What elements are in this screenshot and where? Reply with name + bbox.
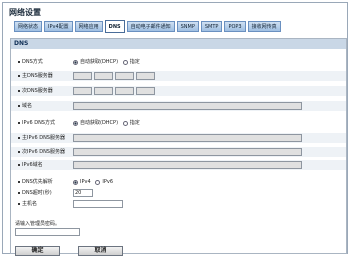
tab-network-apps[interactable]: 网络应用 xyxy=(74,21,103,32)
dns-manual-label: 指定 xyxy=(129,59,140,65)
ipv6-manual-label: 指定 xyxy=(129,120,140,126)
domain-label: 域名 xyxy=(18,102,32,110)
priority-ipv4-radio[interactable] xyxy=(73,179,78,185)
dns-panel: DNS DNS方式 自动获取(DHCP) 指定 主DNS服务器 次DNS服务器 xyxy=(10,38,347,256)
priority-ipv6-radio[interactable] xyxy=(95,179,101,185)
password-prompt: 请输入管理员密码。 xyxy=(15,221,61,227)
primary-dns-label: 主DNS服务器 xyxy=(18,72,53,80)
ipv6-domain-input[interactable] xyxy=(73,161,302,169)
section-title: DNS xyxy=(11,39,346,49)
dns-auto-label: 自动获取(DHCP) xyxy=(80,59,119,65)
secondary-ipv6-label: 次IPv6 DNS服务器 xyxy=(18,148,65,156)
primary-dns-octet-1[interactable] xyxy=(73,72,92,80)
secondary-dns-octet-4[interactable] xyxy=(136,87,155,95)
tab-dns[interactable]: DNS xyxy=(104,20,125,33)
tab-pop3[interactable]: POP3 xyxy=(224,21,246,32)
tab-smtp[interactable]: SMTP xyxy=(200,21,223,32)
secondary-ipv6-input[interactable] xyxy=(73,148,302,156)
tab-snmp[interactable]: SNMP xyxy=(176,21,199,32)
dns-priority-row: DNS优先解析 IPv4 IPv6 xyxy=(11,177,346,187)
ipv6-method-row: IPv6 DNS方式 自动获取(DHCP) 指定 xyxy=(11,118,346,128)
cancel-button[interactable]: 取消 xyxy=(78,246,123,256)
secondary-dns-label: 次DNS服务器 xyxy=(18,87,53,95)
dns-method-field: 自动获取(DHCP) 指定 xyxy=(73,58,143,66)
primary-dns-row: 主DNS服务器 xyxy=(11,71,346,81)
primary-dns-octet-3[interactable] xyxy=(115,72,134,80)
ipv6-domain-row: IPv6域名 xyxy=(11,160,346,170)
admin-password-input[interactable] xyxy=(15,228,80,236)
primary-ipv6-row: 主IPv6 DNS服务器 xyxy=(11,133,346,143)
dns-timeout-row: DNS超时(秒) 20 xyxy=(11,188,346,198)
hostname-row: 主机名 xyxy=(11,199,346,209)
dns-timeout-label: DNS超时(秒) xyxy=(18,189,52,197)
domain-row: 域名 xyxy=(11,101,346,111)
ok-button[interactable]: 确定 xyxy=(15,246,60,256)
priority-ipv4-label: IPv4 xyxy=(80,179,91,185)
secondary-ipv6-row: 次IPv6 DNS服务器 xyxy=(11,147,346,157)
dns-method-row: DNS方式 自动获取(DHCP) 指定 xyxy=(11,57,346,67)
dns-priority-field: IPv4 IPv6 xyxy=(73,178,116,186)
tab-bar: 网络状态 IPv4配置 网络应用 DNS 自动电子邮件通知 SNMP SMTP … xyxy=(14,20,281,34)
ipv6-domain-label: IPv6域名 xyxy=(18,161,43,169)
dns-timeout-input[interactable]: 20 xyxy=(73,189,93,197)
secondary-dns-octet-1[interactable] xyxy=(73,87,92,95)
tab-fax[interactable]: 接收网传真 xyxy=(247,21,281,32)
page-title: 网络设置 xyxy=(9,8,41,17)
window-frame: 网络设置 网络状态 IPv4配置 网络应用 DNS 自动电子邮件通知 SNMP … xyxy=(2,2,348,256)
ipv6-method-field: 自动获取(DHCP) 指定 xyxy=(73,119,143,127)
dns-method-label: DNS方式 xyxy=(18,58,43,66)
secondary-dns-octet-3[interactable] xyxy=(115,87,134,95)
primary-dns-octet-4[interactable] xyxy=(136,72,155,80)
tab-auto-email[interactable]: 自动电子邮件通知 xyxy=(126,21,175,32)
hostname-input[interactable] xyxy=(73,200,123,208)
priority-ipv6-label: IPv6 xyxy=(102,179,114,185)
domain-input[interactable] xyxy=(73,102,302,110)
dns-manual-radio[interactable] xyxy=(122,59,128,65)
dns-priority-label: DNS优先解析 xyxy=(18,178,53,186)
ipv6-auto-label: 自动获取(DHCP) xyxy=(80,120,119,126)
secondary-dns-octet-2[interactable] xyxy=(94,87,113,95)
secondary-dns-row: 次DNS服务器 xyxy=(11,86,346,96)
dns-auto-radio[interactable] xyxy=(73,59,78,65)
ipv6-manual-radio[interactable] xyxy=(122,120,128,126)
ipv6-method-label: IPv6 DNS方式 xyxy=(18,119,55,127)
tab-network-status[interactable]: 网络状态 xyxy=(14,21,43,32)
primary-ipv6-input[interactable] xyxy=(73,134,302,142)
tab-ipv4-config[interactable]: IPv4配置 xyxy=(44,21,73,32)
ipv6-auto-radio[interactable] xyxy=(73,120,78,126)
primary-dns-octet-2[interactable] xyxy=(94,72,113,80)
hostname-label: 主机名 xyxy=(18,200,37,208)
primary-ipv6-label: 主IPv6 DNS服务器 xyxy=(18,134,65,142)
